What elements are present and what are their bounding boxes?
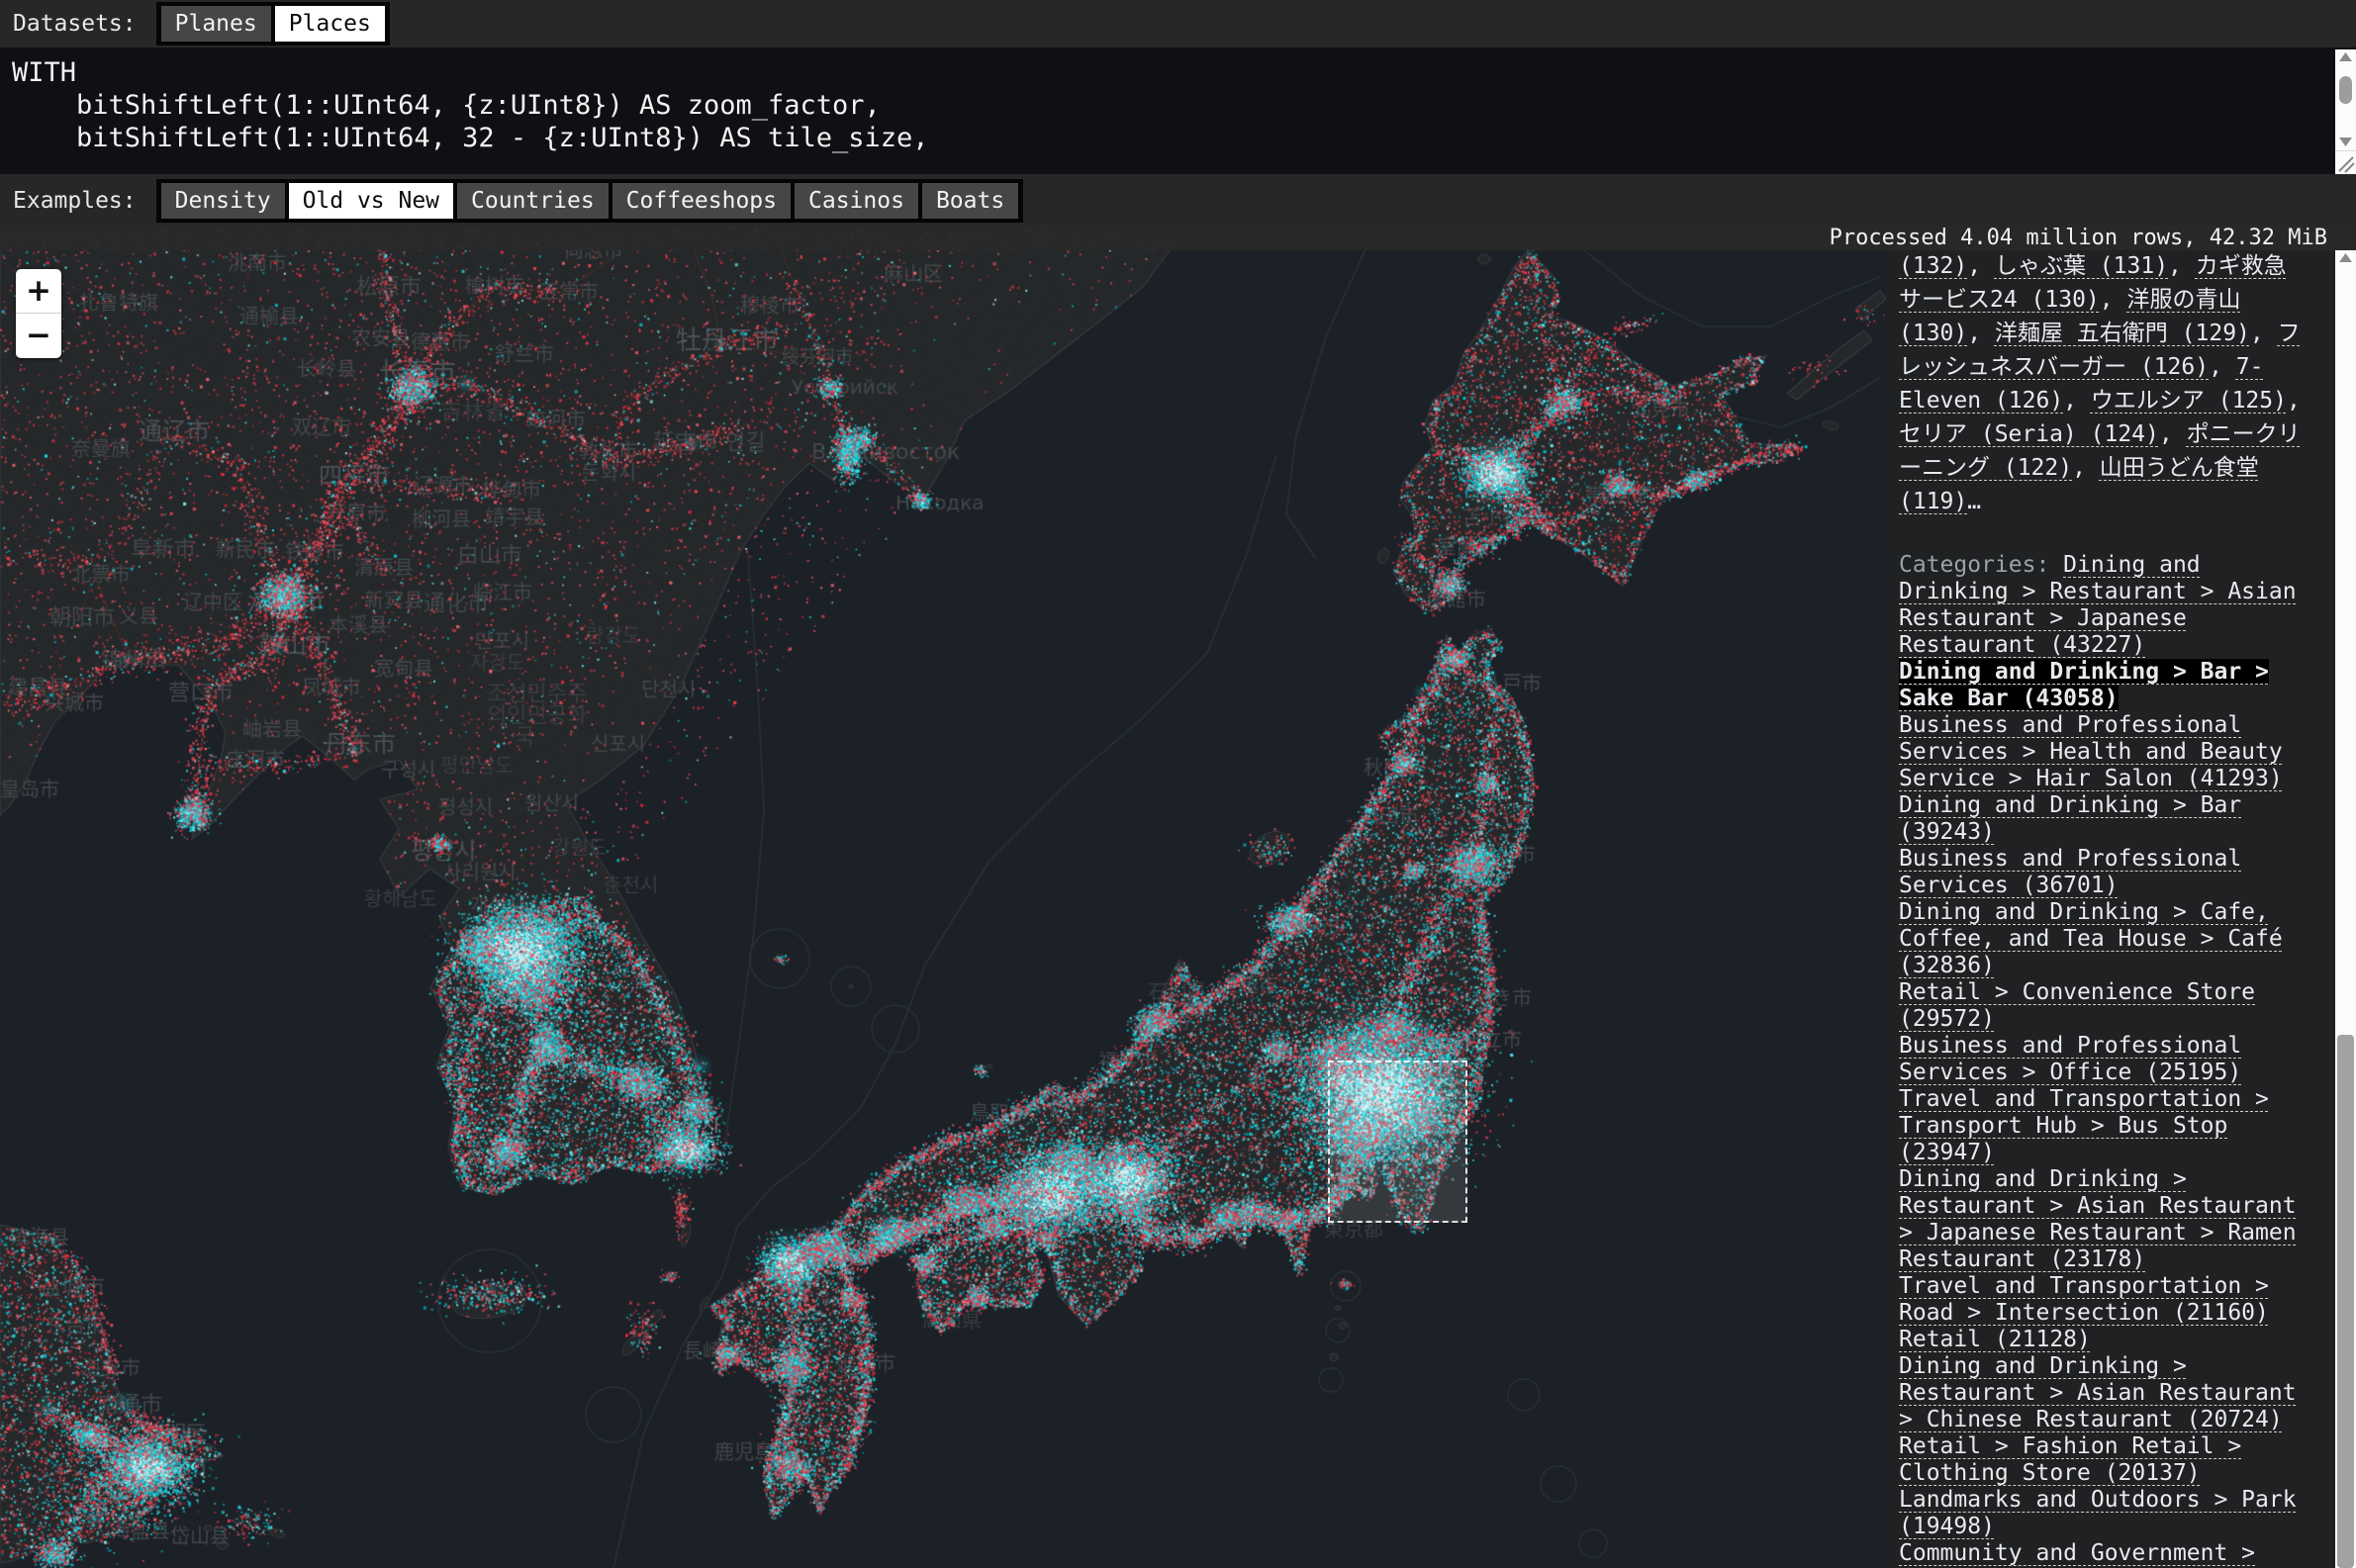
content: + − Processed 4.04 million rows, 42.32 M… xyxy=(0,226,2356,1568)
example-option-old-vs-new[interactable]: Old vs New xyxy=(289,183,453,219)
map[interactable]: + − xyxy=(0,226,1886,1568)
map-selection-rectangle[interactable] xyxy=(1328,1061,1467,1223)
brand-link[interactable]: しゃぶ葉 (131) xyxy=(1995,253,2168,279)
category-link[interactable]: Business and Professional Services (3670… xyxy=(1899,846,2241,898)
zoom-out-button[interactable]: − xyxy=(16,314,61,357)
category-item: Business and Professional Services > Hea… xyxy=(1899,712,2307,792)
category-link[interactable]: Retail (21128) xyxy=(1899,1327,2091,1352)
zoom-in-button[interactable]: + xyxy=(16,269,61,313)
category-link[interactable]: Travel and Transportation > Transport Hu… xyxy=(1899,1086,2269,1165)
map-canvas[interactable] xyxy=(0,226,1886,1568)
dataset-option-planes[interactable]: Planes xyxy=(161,6,271,42)
category-item: Retail > Convenience Store (29572) xyxy=(1899,979,2307,1033)
example-option-coffeeshops[interactable]: Coffeeshops xyxy=(613,183,791,219)
category-item: Travel and Transportation > Road > Inter… xyxy=(1899,1273,2307,1327)
processed-stats: Processed 4.04 million rows, 42.32 MiB xyxy=(1830,226,2327,250)
brand-link[interactable]: ウエルシア (125) xyxy=(2091,388,2287,414)
category-link[interactable]: Business and Professional Services > Off… xyxy=(1899,1033,2241,1085)
example-option-countries[interactable]: Countries xyxy=(457,183,609,219)
category-item: Travel and Transportation > Transport Hu… xyxy=(1899,1086,2307,1166)
category-link[interactable]: Business and Professional Services > Hea… xyxy=(1899,712,2283,791)
example-option-casinos[interactable]: Casinos xyxy=(795,183,918,219)
sql-scrollbar[interactable] xyxy=(2335,49,2356,150)
category-item: Landmarks and Outdoors > Park (19498) xyxy=(1899,1487,2307,1540)
sql-query-text[interactable]: WITH bitShiftLeft(1::UInt64, {z:UInt8}) … xyxy=(12,56,2330,154)
category-item: Dining and Drinking > Bar (39243) xyxy=(1899,792,2307,846)
spacer xyxy=(1899,518,2307,552)
app: Datasets: PlanesPlaces WITH bitShiftLeft… xyxy=(0,0,2356,1568)
status-bar: Processed 4.04 million rows, 42.32 MiB xyxy=(0,226,2356,250)
sidebar-scrollbar[interactable] xyxy=(2335,250,2356,1568)
category-link[interactable]: Dining and Drinking > Restaurant > Asian… xyxy=(1899,1353,2297,1432)
category-item: Dining and Drinking > Restaurant > Asian… xyxy=(1899,1166,2307,1273)
stats-sidebar: (132), しゃぶ葉 (131), カギ救急サービス24 (130), 洋服の… xyxy=(1886,226,2335,1568)
category-link[interactable]: Retail > Fashion Retail > Clothing Store… xyxy=(1899,1433,2241,1486)
datasets-buttons: PlanesPlaces xyxy=(156,2,390,46)
category-link[interactable]: Travel and Transportation > Road > Inter… xyxy=(1899,1273,2269,1326)
category-link[interactable]: Dining and Drinking > Bar (39243) xyxy=(1899,792,2241,845)
brands-list: (132), しゃぶ葉 (131), カギ救急サービス24 (130), 洋服の… xyxy=(1899,249,2307,518)
category-item: Community and Government > Education > S… xyxy=(1899,1540,2307,1568)
sql-editor[interactable]: WITH bitShiftLeft(1::UInt64, {z:UInt8}) … xyxy=(0,47,2356,174)
brand-link[interactable]: 洋麺屋 五右衛門 (129) xyxy=(1995,321,2250,346)
datasets-label: Datasets: xyxy=(13,11,137,37)
sidebar-scrollbar-thumb[interactable] xyxy=(2337,1035,2354,1568)
category-item: Categories: Dining and Drinking > Restau… xyxy=(1899,552,2307,659)
category-item: Retail (21128) xyxy=(1899,1327,2307,1353)
category-link[interactable]: Dining and Drinking > Restaurant > Asian… xyxy=(1899,1166,2297,1272)
category-item: Retail > Fashion Retail > Clothing Store… xyxy=(1899,1433,2307,1487)
category-item: Business and Professional Services (3670… xyxy=(1899,846,2307,899)
brand-link[interactable]: セリア (Seria) (124) xyxy=(1899,421,2159,447)
category-item: Business and Professional Services > Off… xyxy=(1899,1033,2307,1086)
category-item-highlighted: Dining and Drinking > Bar > Sake Bar (43… xyxy=(1899,659,2307,712)
category-link[interactable]: Retail > Convenience Store (29572) xyxy=(1899,979,2255,1032)
category-link[interactable]: Community and Government > Education > S… xyxy=(1899,1540,2255,1568)
category-link[interactable]: Landmarks and Outdoors > Park (19498) xyxy=(1899,1487,2297,1539)
brand-link[interactable]: (132) xyxy=(1899,253,1967,279)
scroll-up-icon[interactable] xyxy=(2335,49,2356,65)
example-option-density[interactable]: Density xyxy=(161,183,285,219)
category-item: Dining and Drinking > Cafe, Coffee, and … xyxy=(1899,899,2307,979)
dataset-option-places[interactable]: Places xyxy=(275,6,385,42)
map-zoom-control: + − xyxy=(16,269,61,358)
category-link[interactable]: Dining and Drinking > Bar > Sake Bar (43… xyxy=(1899,659,2269,711)
examples-buttons: DensityOld vs NewCountriesCoffeeshopsCas… xyxy=(156,179,1024,223)
examples-label: Examples: xyxy=(13,188,137,214)
sql-scrollbar-thumb[interactable] xyxy=(2339,76,2352,104)
example-option-boats[interactable]: Boats xyxy=(922,183,1018,219)
datasets-bar: Datasets: PlanesPlaces xyxy=(0,0,2356,47)
category-item: Dining and Drinking > Restaurant > Asian… xyxy=(1899,1353,2307,1433)
sidebar-scroll-up-icon[interactable] xyxy=(2335,250,2356,266)
categories-list: Categories: Dining and Drinking > Restau… xyxy=(1899,552,2307,1568)
category-link[interactable]: Dining and Drinking > Cafe, Coffee, and … xyxy=(1899,899,2283,978)
examples-bar: Examples: DensityOld vs NewCountriesCoff… xyxy=(0,174,2356,227)
scroll-down-icon[interactable] xyxy=(2335,135,2356,150)
textarea-resize-grip[interactable] xyxy=(2335,150,2356,174)
categories-label: Categories: xyxy=(1899,552,2063,578)
